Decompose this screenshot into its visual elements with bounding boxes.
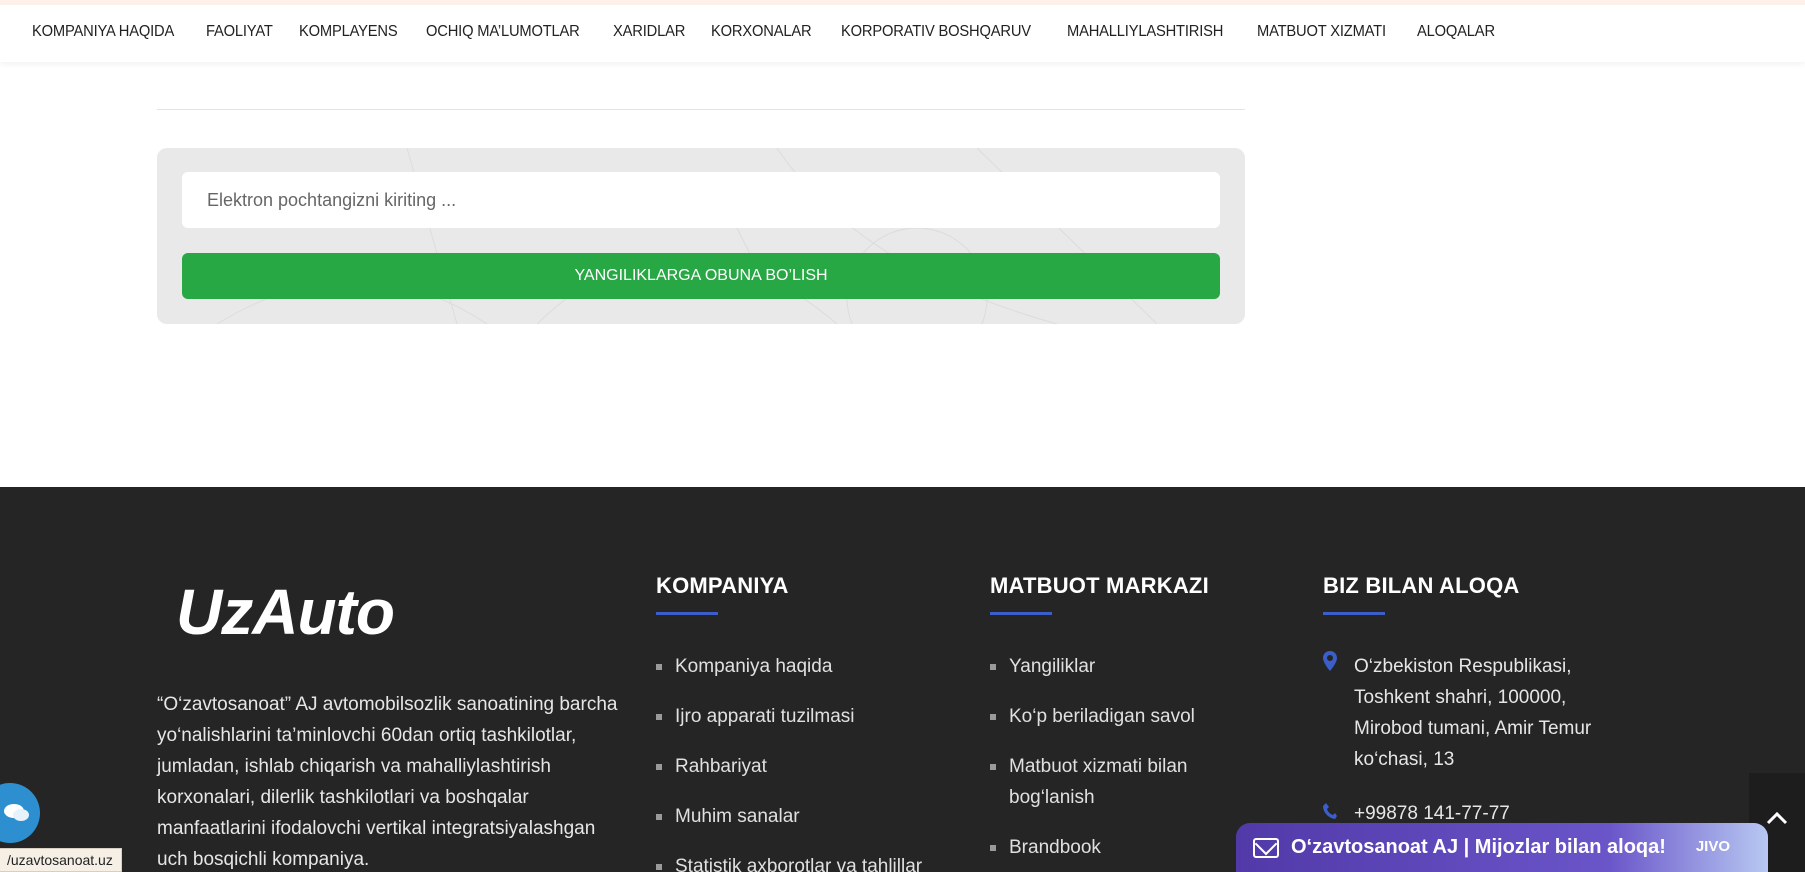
footer-link[interactable]: Ko‘p beriladigan savol (990, 701, 1230, 732)
nav-item[interactable]: FAOLIYAT (206, 23, 273, 41)
footer-column-press: MATBUOT MARKAZI Yangiliklar Ko‘p berilad… (990, 573, 1230, 872)
footer-link[interactable]: Yangiliklar (990, 651, 1230, 682)
nav-item[interactable]: MAHALLIYLASHTIRISH (1067, 23, 1223, 41)
nav-item[interactable]: KORPORATIV BOSHQARUV (841, 23, 1031, 41)
footer-link[interactable]: Muhim sanalar (656, 801, 956, 832)
site-footer: UzAuto “O‘zavtosanoat” AJ avtomobilsozli… (0, 487, 1805, 872)
jivo-chat-label: O‘zavtosanoat AJ | Mijozlar bilan aloqa! (1291, 836, 1666, 858)
main-nav-list: KOMPANIYA HAQIDA FAOLIYAT KOMPLAYENS OCHIQ … (32, 23, 1522, 41)
footer-link[interactable]: Ijro apparati tuzilmasi (656, 701, 956, 732)
address-text: O‘zbekiston Respublikasi, Toshkent shahr… (1354, 656, 1592, 770)
uzauto-logo[interactable]: UzAuto (176, 575, 395, 649)
footer-heading-contact: BIZ BILAN ALOQA (1323, 573, 1520, 598)
top-navigation-bar: KOMPANIYA HAQIDA FAOLIYAT KOMPLAYENS OCHIQ … (0, 0, 1805, 62)
jivo-brand: JIVO (1695, 838, 1730, 855)
footer-link[interactable]: Statistik axborotlar va tahlillar (656, 851, 956, 872)
footer-column-company: KOMPANIYA Kompaniya haqida Ijro apparati… (656, 573, 956, 872)
footer-heading-press: MATBUOT MARKAZI (990, 573, 1209, 598)
nav-item[interactable]: MATBUOT XIZMATI (1257, 23, 1386, 41)
footer-link[interactable]: Matbuot xizmati bilan bog‘lanish (990, 751, 1230, 813)
footer-link[interactable]: Brandbook (990, 832, 1230, 863)
footer-link[interactable]: Rahbariyat (656, 751, 956, 782)
company-description: “O‘zavtosanoat” AJ avtomobilsozlik sanoa… (157, 694, 618, 870)
subscribe-button[interactable]: YANGILIKLARGA OBUNA BO’LISH (182, 253, 1220, 299)
footer-column-contact: BIZ BILAN ALOQA O‘zbekiston Respublikasi… (1323, 573, 1623, 827)
heading-underline (1323, 612, 1385, 615)
heading-underline (656, 612, 718, 615)
nav-item[interactable]: OCHIQ MA’LUMOTLAR (426, 23, 580, 41)
heading-underline (990, 612, 1052, 615)
footer-heading-company: KOMPANIYA (656, 573, 789, 598)
nav-item[interactable]: KOMPLAYENS (299, 23, 398, 41)
nav-item[interactable]: KOMPANIYA HAQIDA (32, 23, 174, 41)
nav-item[interactable]: XARIDLAR (613, 23, 685, 41)
browser-status-url: /uzavtosanoat.uz (0, 848, 122, 872)
contact-address: O‘zbekiston Respublikasi, Toshkent shahr… (1323, 651, 1623, 775)
envelope-icon (1253, 837, 1279, 858)
footer-link[interactable]: Kompaniya haqida (656, 651, 956, 682)
newsletter-subscribe-box: YANGILIKLARGA OBUNA BO’LISH (157, 148, 1245, 324)
jivo-chat-widget[interactable]: O‘zavtosanoat AJ | Mijozlar bilan aloqa!… (1236, 823, 1768, 872)
nav-item[interactable]: KORXONALAR (711, 23, 812, 41)
email-field[interactable] (182, 172, 1220, 228)
section-divider (157, 109, 1245, 110)
nav-item[interactable]: ALOQALAR (1417, 23, 1495, 41)
main-nav: KOMPANIYA HAQIDA FAOLIYAT KOMPLAYENS OCHIQ … (32, 23, 1522, 41)
map-pin-icon (1323, 651, 1354, 775)
chevron-up-icon (1766, 811, 1788, 825)
